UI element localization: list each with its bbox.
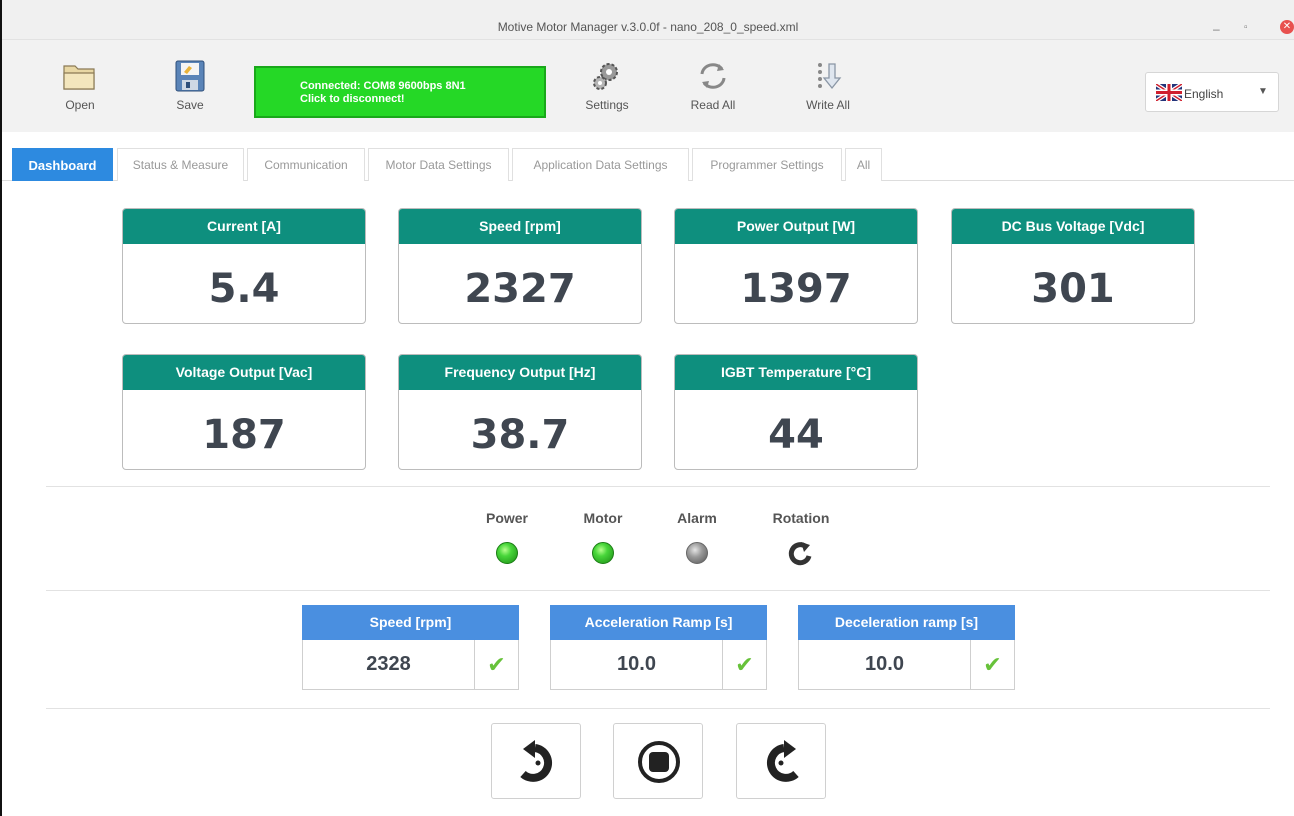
divider: [46, 590, 1270, 591]
metric-card-power-output: Power Output [W] 1397: [674, 208, 918, 324]
language-select[interactable]: English ▼: [1145, 72, 1279, 112]
tab-communication[interactable]: Communication: [247, 148, 365, 181]
rotate-forward-button[interactable]: [736, 723, 826, 799]
settings-label: Settings: [585, 98, 629, 112]
metric-label: Speed [rpm]: [399, 209, 641, 244]
metric-value: 1397: [740, 266, 852, 312]
metric-label: DC Bus Voltage [Vdc]: [952, 209, 1194, 244]
metric-value: 187: [202, 412, 286, 458]
indicator-label: Rotation: [772, 510, 830, 526]
gears-icon: [589, 60, 625, 92]
indicator-alarm: Alarm: [657, 510, 737, 564]
metric-label: Voltage Output [Vac]: [123, 355, 365, 390]
alarm-led-icon: [686, 542, 708, 564]
param-speed: Speed [rpm] 2328 ✔: [302, 605, 519, 690]
toolbar: Open Save Settings Read All Write All En…: [2, 40, 1294, 132]
connection-hint: Click to disconnect!: [300, 93, 405, 105]
floppy-disk-icon: [172, 60, 208, 92]
connection-status: Connected: COM8 9600bps 8N1: [300, 80, 466, 92]
metric-card-frequency-output: Frequency Output [Hz] 38.7: [398, 354, 642, 470]
metric-value: 2327: [464, 266, 576, 312]
metric-card-speed: Speed [rpm] 2327: [398, 208, 642, 324]
indicator-label: Motor: [583, 510, 623, 526]
deceleration-ramp-input[interactable]: 10.0: [799, 640, 971, 689]
metric-label: Power Output [W]: [675, 209, 917, 244]
tab-dashboard[interactable]: Dashboard: [12, 148, 113, 181]
chevron-down-icon: ▼: [1258, 86, 1268, 97]
tab-bar: Dashboard Status & Measure Communication…: [2, 144, 1294, 181]
read-all-label: Read All: [690, 98, 736, 112]
acceleration-ramp-input[interactable]: 10.0: [551, 640, 723, 689]
window-title: Motive Motor Manager v.3.0.0f - nano_208…: [497, 20, 799, 34]
param-row: 10.0 ✔: [550, 640, 767, 690]
read-all-button[interactable]: Read All: [683, 60, 743, 112]
speed-input[interactable]: 2328: [303, 640, 475, 689]
tab-all[interactable]: All: [845, 148, 882, 181]
metric-value: 5.4: [208, 266, 280, 312]
param-label: Speed [rpm]: [302, 605, 519, 640]
open-button[interactable]: Open: [50, 60, 110, 112]
minimize-button[interactable]: –: [1213, 22, 1220, 36]
write-all-label: Write All: [806, 98, 850, 112]
divider: [46, 486, 1270, 487]
apply-check-icon[interactable]: ✔: [723, 640, 766, 689]
indicator-rotation: Rotation: [761, 510, 841, 568]
metric-card-igbt-temperature: IGBT Temperature [°C] 44: [674, 354, 918, 470]
param-row: 10.0 ✔: [798, 640, 1015, 690]
save-label: Save: [176, 98, 204, 112]
uk-flag-icon: [1154, 82, 1184, 103]
settings-button[interactable]: Settings: [577, 60, 637, 112]
metric-value: 44: [768, 412, 824, 458]
param-label: Acceleration Ramp [s]: [550, 605, 767, 640]
metric-card-voltage-output: Voltage Output [Vac] 187: [122, 354, 366, 470]
param-acceleration-ramp: Acceleration Ramp [s] 10.0 ✔: [550, 605, 767, 690]
metric-card-dc-bus-voltage: DC Bus Voltage [Vdc] 301: [951, 208, 1195, 324]
power-led-icon: [496, 542, 518, 564]
stop-icon: [638, 741, 680, 783]
indicator-label: Alarm: [677, 510, 717, 526]
tab-status-measure[interactable]: Status & Measure: [117, 148, 244, 181]
close-button[interactable]: ✕: [1280, 20, 1294, 34]
param-row: 2328 ✔: [302, 640, 519, 690]
title-bar: Motive Motor Manager v.3.0.0f - nano_208…: [2, 0, 1294, 40]
download-list-icon: [810, 60, 846, 92]
indicator-power: Power: [467, 510, 547, 564]
param-deceleration-ramp: Deceleration ramp [s] 10.0 ✔: [798, 605, 1015, 690]
apply-check-icon[interactable]: ✔: [971, 640, 1014, 689]
app-window: Motive Motor Manager v.3.0.0f - nano_208…: [0, 0, 1294, 816]
maximize-button[interactable]: ▫: [1244, 22, 1248, 33]
param-label: Deceleration ramp [s]: [798, 605, 1015, 640]
metric-card-current: Current [A] 5.4: [122, 208, 366, 324]
metric-value: 301: [1031, 266, 1115, 312]
language-label: English: [1184, 87, 1224, 101]
indicator-label: Power: [485, 510, 528, 526]
tab-application-data-settings[interactable]: Application Data Settings: [512, 148, 689, 181]
rotate-left-icon: [520, 740, 553, 782]
rotate-reverse-button[interactable]: [491, 723, 581, 799]
folder-icon: [62, 60, 98, 92]
stop-button[interactable]: [613, 723, 703, 799]
motor-led-icon: [592, 542, 614, 564]
indicator-motor: Motor: [563, 510, 643, 564]
tab-motor-data-settings[interactable]: Motor Data Settings: [368, 148, 509, 181]
apply-check-icon[interactable]: ✔: [475, 640, 518, 689]
metric-value: 38.7: [470, 412, 570, 458]
rotate-right-icon: [766, 740, 799, 782]
save-button[interactable]: Save: [160, 60, 220, 112]
open-label: Open: [65, 98, 95, 112]
metric-label: Frequency Output [Hz]: [399, 355, 641, 390]
metric-label: IGBT Temperature [°C]: [675, 355, 917, 390]
tab-programmer-settings[interactable]: Programmer Settings: [692, 148, 842, 181]
rotate-counterclockwise-icon: [787, 540, 815, 568]
refresh-icon: [695, 60, 731, 92]
write-all-button[interactable]: Write All: [798, 60, 858, 112]
metric-label: Current [A]: [123, 209, 365, 244]
connection-button[interactable]: Connected: COM8 9600bps 8N1 Click to dis…: [254, 66, 546, 118]
divider: [46, 708, 1270, 709]
